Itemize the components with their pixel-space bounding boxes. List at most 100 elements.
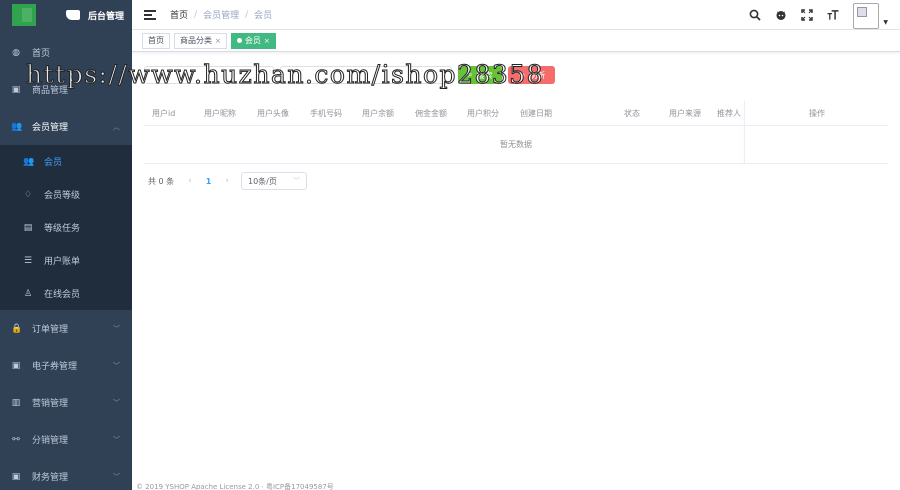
- shop-icon: ▣: [11, 84, 21, 95]
- fixed-column-divider: [744, 101, 745, 164]
- sidebar-item-label: 分销管理: [32, 436, 69, 446]
- tag-label: 首页: [148, 35, 164, 45]
- table-header: 用户id 用户昵称 用户头像 手机号码 用户余额 佣金金额 用户积分 创建日期 …: [144, 101, 888, 126]
- breadcrumb-member: 会员: [254, 11, 273, 21]
- sidebar-item-distribution[interactable]: ⚯ 分销管理 ﹀: [0, 421, 132, 458]
- column-header: 用户积分: [467, 109, 499, 118]
- tag-label: 会员: [244, 35, 261, 45]
- fullscreen-icon[interactable]: [801, 9, 814, 21]
- column-header: 用户头像: [257, 109, 289, 118]
- sidebar-item-products[interactable]: ▣ 商品管理: [0, 71, 132, 108]
- refresh-icon: ↻: [518, 70, 526, 80]
- logo-icon: [12, 4, 36, 26]
- member-table: 用户id 用户昵称 用户头像 手机号码 用户余额 佣金金额 用户积分 创建日期 …: [144, 101, 888, 164]
- dashboard-icon: ◍: [12, 47, 20, 58]
- sidebar-subitem-label: 等级任务: [44, 224, 81, 234]
- caret-down-icon[interactable]: ▼: [883, 19, 888, 26]
- breadcrumb-member-management[interactable]: 会员管理: [203, 8, 239, 21]
- sidebar-item-label: 电子券管理: [32, 362, 78, 372]
- peoples-icon: 👥: [23, 156, 35, 167]
- member-submenu: 👥 会员 ♢ 会员等级 ▤ 等级任务 ☰ 用户账单 ♙ 在线会员: [0, 145, 132, 310]
- text-size-icon[interactable]: [827, 9, 839, 21]
- column-header: 用户余额: [362, 109, 394, 118]
- github-icon[interactable]: [775, 9, 787, 21]
- main-content: ⌕ 搜索 ↻ 刷新 用户id 用户昵称 用户头像 手机号码 用户余额 佣金金额 …: [132, 53, 900, 490]
- tag-product-category[interactable]: 商品分类 ×: [174, 32, 227, 49]
- chevron-down-icon: ﹀: [113, 435, 120, 444]
- column-header: 佣金金额: [415, 109, 447, 118]
- task-icon: ▤: [23, 222, 33, 233]
- sidebar-item-members[interactable]: 👥 会员管理 ︿: [0, 108, 132, 145]
- diamond-icon: ♢: [23, 189, 33, 200]
- tag-label: 商品分类: [180, 35, 212, 45]
- sidebar-subitem-online-members[interactable]: ♙ 在线会员: [0, 277, 132, 310]
- pagination: 共 0 条 ‹ 1 › 10条/页 ﹀: [148, 172, 307, 190]
- user-group-icon: 👥: [11, 121, 23, 132]
- next-page-icon[interactable]: ›: [225, 176, 229, 186]
- search-input[interactable]: [144, 66, 274, 84]
- sidebar-item-home[interactable]: ◍ 首页: [0, 34, 132, 71]
- refresh-button-label: 刷新: [529, 70, 546, 80]
- sidebar-item-orders[interactable]: 🔒 订单管理 ﹀: [0, 310, 132, 347]
- sidebar-subitem-user-bill[interactable]: ☰ 用户账单: [0, 244, 132, 277]
- search-button-label: 搜索: [476, 70, 493, 80]
- tag-home[interactable]: 首页: [142, 32, 170, 49]
- sidebar-subitem-label: 用户账单: [44, 257, 81, 267]
- column-header: 手机号码: [310, 109, 342, 118]
- sidebar-subitem-level-task[interactable]: ▤ 等级任务: [0, 211, 132, 244]
- column-header: 推荐人: [717, 109, 741, 118]
- chevron-down-icon: ﹀: [113, 361, 120, 370]
- logo-image-icon: [66, 10, 80, 20]
- chevron-up-icon: ︿: [113, 122, 120, 131]
- sidebar-item-label: 订单管理: [32, 325, 69, 335]
- prev-page-icon[interactable]: ‹: [188, 176, 192, 186]
- breadcrumb: 首页 / 会员管理 / 会员: [170, 8, 273, 22]
- column-header: 用户id: [152, 109, 176, 118]
- total-count: 共 0 条: [148, 176, 175, 186]
- toolbar: ⌕ 搜索 ↻ 刷新: [144, 66, 556, 84]
- sidebar-subitem-label: 会员: [44, 158, 63, 168]
- page-number[interactable]: 1: [206, 177, 212, 186]
- column-header: 用户昵称: [204, 109, 236, 118]
- sidebar: 后台管理 ◍ 首页 ▣ 商品管理 👥 会员管理 ︿ 👥 会员 ♢ 会员等级 ▤ …: [0, 0, 132, 490]
- right-menu: ▼: [749, 0, 900, 30]
- share-icon: ⚯: [12, 434, 20, 445]
- chevron-down-icon: ﹀: [292, 177, 300, 185]
- sidebar-item-label: 商品管理: [32, 86, 69, 96]
- sidebar-item-label: 会员管理: [32, 123, 69, 133]
- chevron-down-icon: ﹀: [113, 472, 120, 481]
- sidebar-subitem-member[interactable]: 👥 会员: [0, 145, 132, 178]
- sidebar-item-label: 营销管理: [32, 399, 69, 409]
- close-icon[interactable]: ×: [215, 34, 221, 48]
- search-button[interactable]: ⌕ 搜索: [458, 66, 503, 84]
- column-header: 创建日期: [520, 109, 552, 118]
- avatar[interactable]: [853, 2, 880, 29]
- refresh-button[interactable]: ↻ 刷新: [508, 66, 556, 84]
- sidebar-subitem-label: 在线会员: [44, 290, 81, 300]
- footer: © 2019 YSHOP Apache License 2.0 · 粤ICP备1…: [136, 483, 334, 490]
- sidebar-subitem-member-level[interactable]: ♢ 会员等级: [0, 178, 132, 211]
- tag-member[interactable]: 会员 ×: [230, 32, 276, 49]
- tags-view: 首页 商品分类 × 会员 ×: [132, 30, 900, 52]
- close-icon[interactable]: ×: [264, 34, 270, 48]
- search-icon[interactable]: [749, 9, 762, 21]
- sidebar-item-finance[interactable]: ▣ 财务管理 ﹀: [0, 458, 132, 490]
- sidebar-item-marketing[interactable]: ▥ 营销管理 ﹀: [0, 384, 132, 421]
- sidebar-subitem-label: 会员等级: [44, 191, 81, 201]
- search-icon: ⌕: [468, 70, 473, 79]
- hamburger-icon[interactable]: [144, 9, 156, 20]
- page-size-select[interactable]: 10条/页 ﹀: [240, 172, 307, 190]
- list-icon: ☰: [23, 255, 33, 266]
- chevron-down-icon: ﹀: [113, 398, 120, 407]
- coupon-icon: ▣: [11, 360, 21, 371]
- breadcrumb-home[interactable]: 首页: [170, 8, 188, 21]
- logo-title: 后台管理: [88, 11, 125, 22]
- finance-icon: ▣: [11, 471, 21, 482]
- sidebar-item-label: 财务管理: [32, 473, 69, 483]
- empty-text: 暂无数据: [144, 126, 888, 164]
- page-size-value: 10条/页: [247, 176, 277, 186]
- logo[interactable]: 后台管理: [0, 0, 132, 30]
- type-select[interactable]: [280, 66, 452, 84]
- sidebar-item-coupons[interactable]: ▣ 电子券管理 ﹀: [0, 347, 132, 384]
- column-header: 操作: [809, 109, 825, 118]
